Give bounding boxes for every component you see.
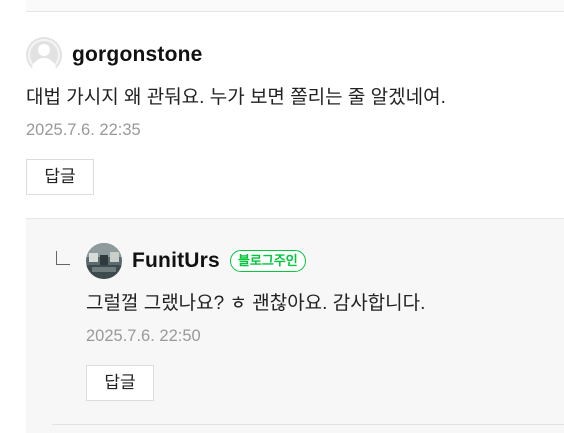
reply-text: 그럴껄 그랬나요? ㅎ 괜찮아요. 감사합니다.: [86, 293, 426, 314]
reply-section: FunitUrs 블로그주인 그럴껄 그랬나요? ㅎ 괜찮아요. 감사합니다. …: [26, 218, 564, 433]
reply-arrow-icon: [56, 251, 70, 265]
reply-divider: [52, 424, 564, 425]
comment-text: 대법 가시지 왜 관둬요. 누가 보면 쫄리는 줄 알겠네여.: [26, 87, 446, 108]
reply-item: FunitUrs 블로그주인 그럴껄 그랬나요? ㅎ 괜찮아요. 감사합니다. …: [86, 243, 556, 401]
avatar[interactable]: [86, 243, 122, 279]
comment-item: gorgonstone 대법 가시지 왜 관둬요. 누가 보면 쫄리는 줄 알겠…: [26, 37, 564, 195]
reply-date: 2025.7.6. 22:50: [86, 327, 201, 345]
comment-header: gorgonstone: [26, 37, 564, 73]
default-profile-icon[interactable]: [26, 37, 62, 73]
comment-author[interactable]: gorgonstone: [72, 43, 203, 67]
comment-date: 2025.7.6. 22:35: [26, 121, 141, 139]
blog-owner-badge: 블로그주인: [229, 250, 306, 272]
reply-to-reply-button[interactable]: 답글: [86, 365, 154, 401]
reply-author[interactable]: FunitUrs: [132, 249, 220, 273]
reply-header: FunitUrs 블로그주인: [86, 243, 556, 279]
reply-button[interactable]: 답글: [26, 159, 94, 195]
previous-comment-divider: [26, 0, 564, 12]
